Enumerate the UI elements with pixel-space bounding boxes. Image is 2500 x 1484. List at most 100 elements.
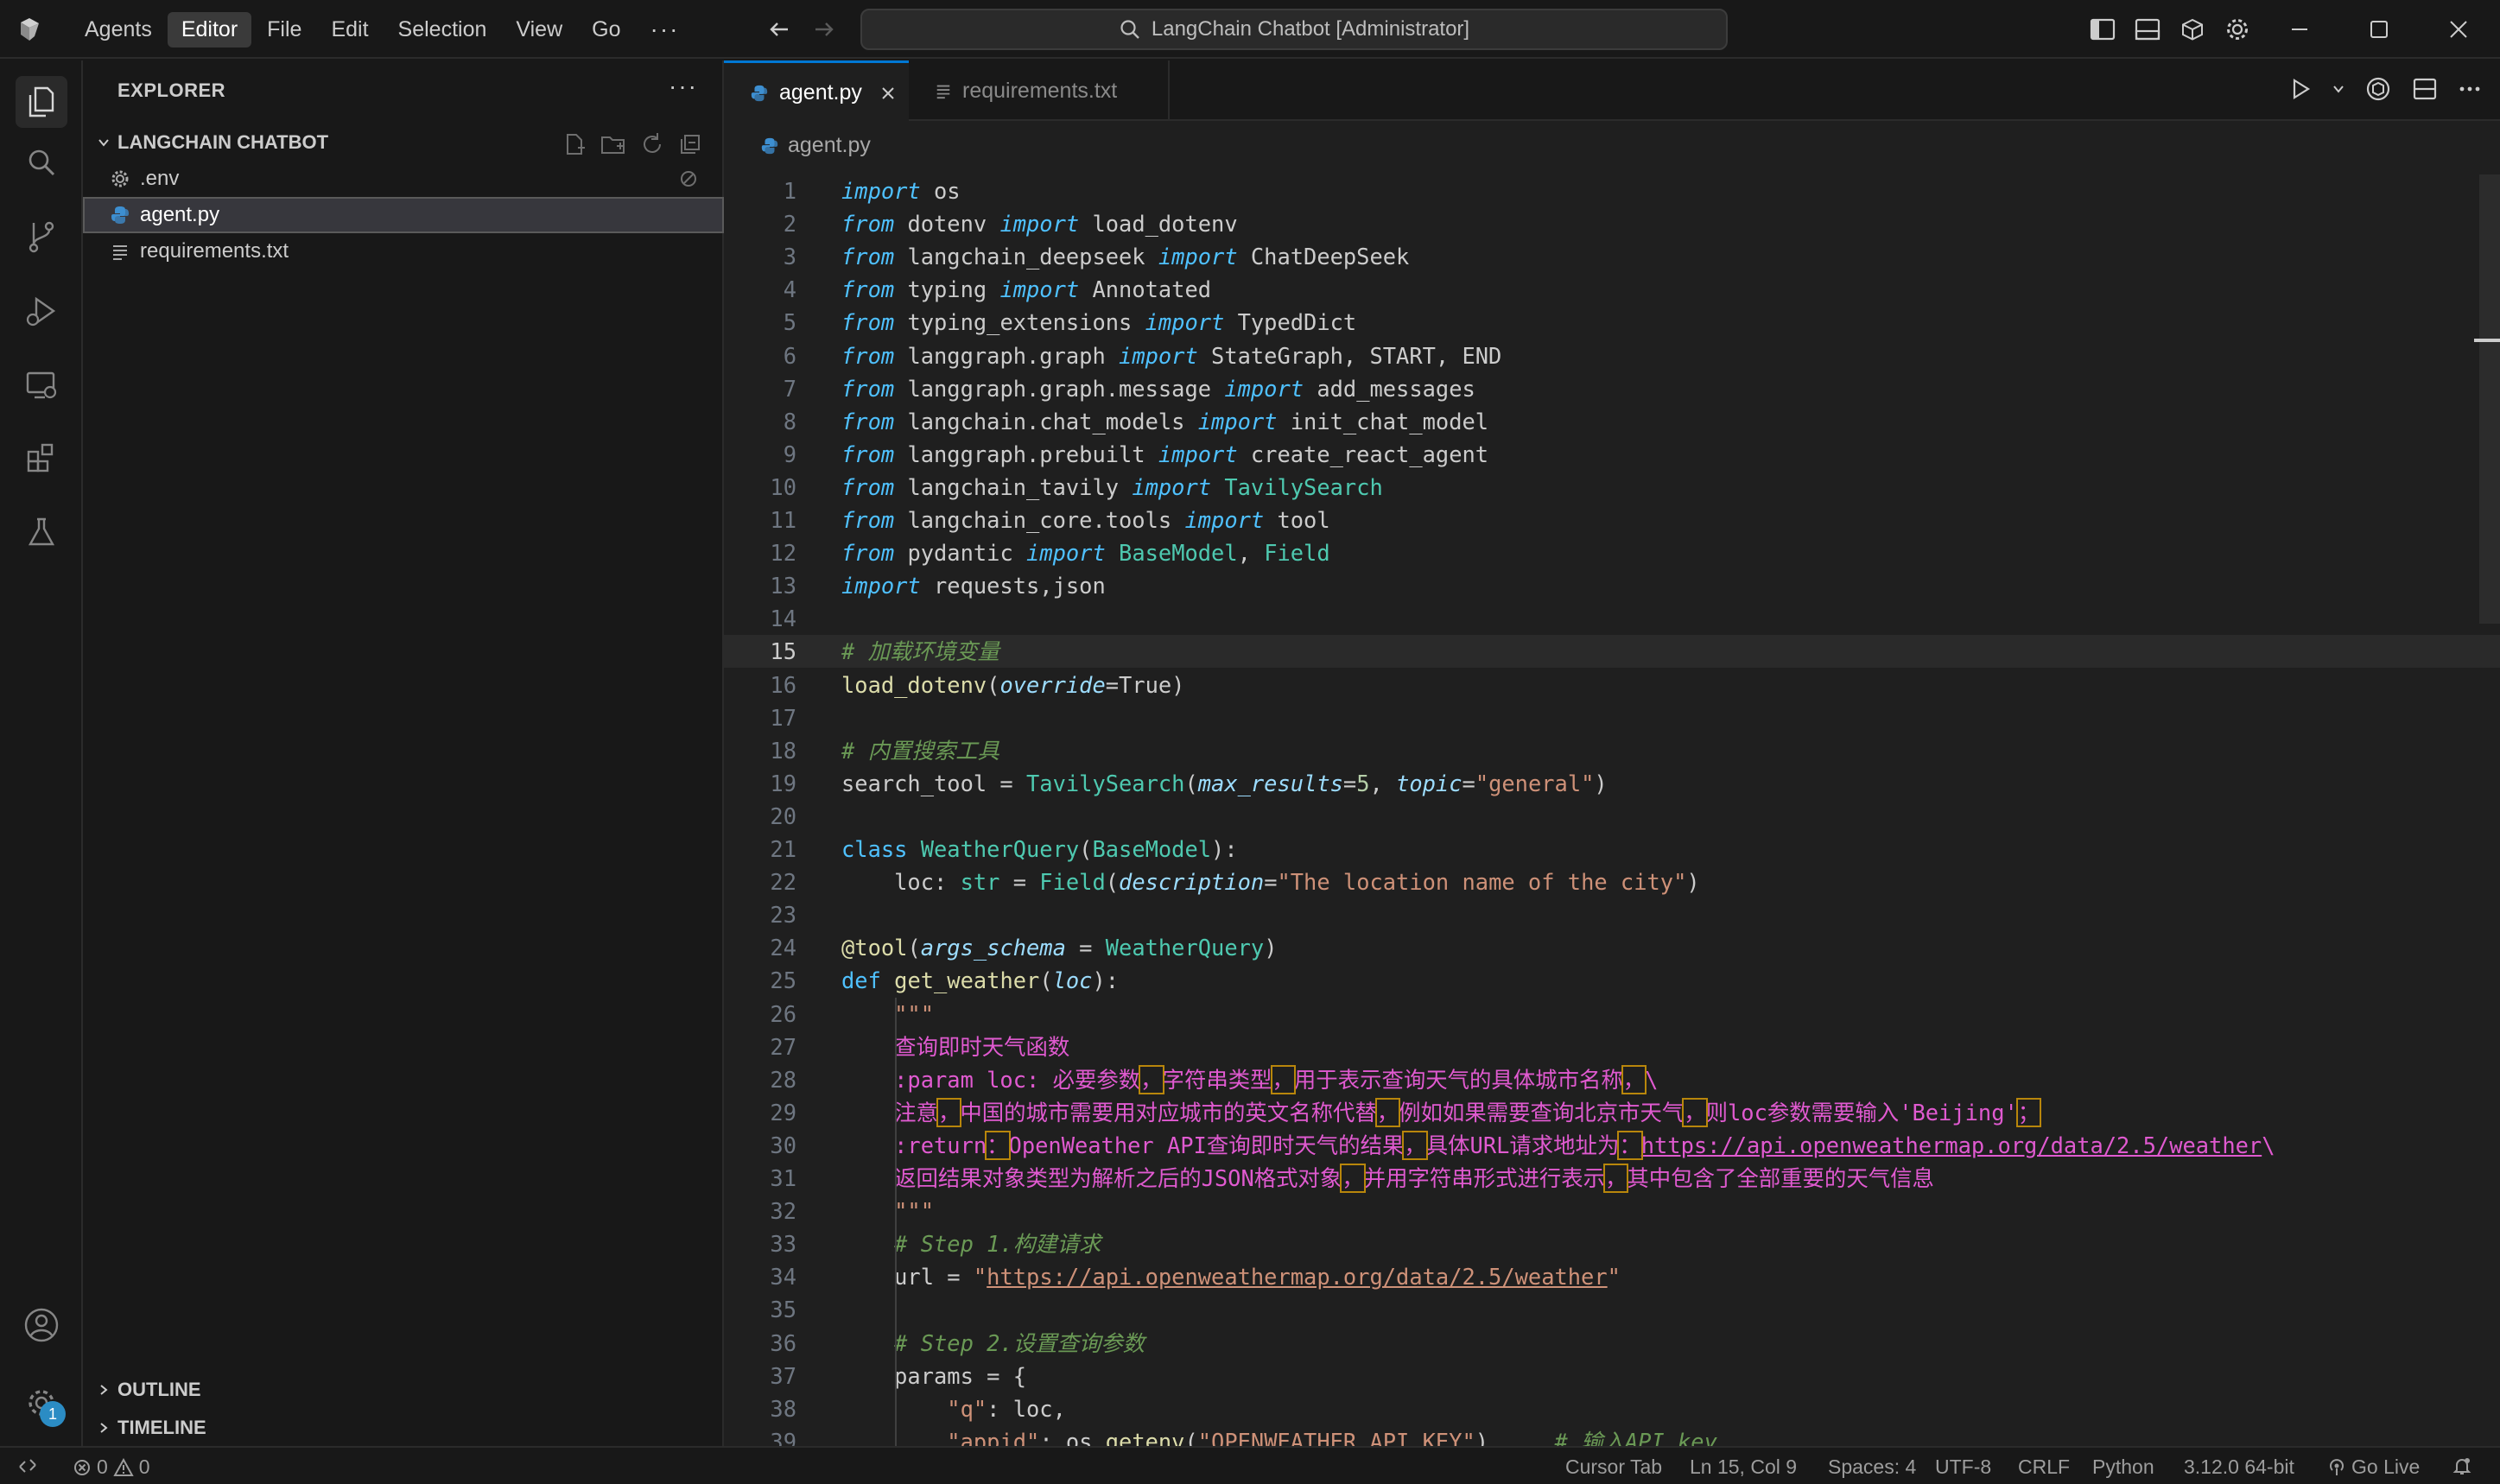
code-line[interactable]: 12 from pydantic import BaseModel, Field: [724, 536, 2500, 569]
chat-ai-icon[interactable]: [2364, 74, 2393, 104]
explorer-files-icon[interactable]: [16, 76, 67, 128]
file-item-env[interactable]: .env: [83, 161, 724, 197]
code-line[interactable]: 1 import os: [724, 174, 2500, 207]
code-line[interactable]: 15 # 加载环境变量: [724, 635, 2500, 669]
code-line[interactable]: 27 查询即时天气函数: [724, 1031, 2500, 1063]
chevron-down-icon[interactable]: [2332, 83, 2345, 95]
code-line[interactable]: 2 from dotenv import load_dotenv: [724, 207, 2500, 240]
menu-view[interactable]: View: [502, 12, 576, 48]
folder-header[interactable]: LANGCHAIN CHATBOT: [83, 124, 724, 161]
problems-indicator[interactable]: 0 0: [73, 1455, 150, 1479]
source-control-icon[interactable]: [21, 216, 62, 257]
code-line[interactable]: 13 import requests,json: [724, 569, 2500, 602]
cursor-position[interactable]: Ln 15, Col 9: [1690, 1455, 1797, 1479]
menu-go[interactable]: Go: [578, 12, 634, 48]
code-line[interactable]: 8 from langchain.chat_models import init_…: [724, 405, 2500, 438]
close-tab-icon[interactable]: [879, 85, 897, 102]
cursor-tab-status[interactable]: Cursor Tab: [1565, 1455, 1662, 1479]
code-line[interactable]: 22 loc: str = Field(description="The loc…: [724, 866, 2500, 898]
settings-gear-icon[interactable]: [2222, 14, 2253, 45]
code-line[interactable]: 19 search_tool = TavilySearch(max_results…: [724, 767, 2500, 800]
code-line[interactable]: 17: [724, 701, 2500, 734]
language-mode[interactable]: Python: [2092, 1455, 2154, 1479]
menu-agents[interactable]: Agents: [71, 12, 166, 48]
tab-requirements[interactable]: requirements.txt: [909, 60, 1170, 121]
extensions-icon[interactable]: [21, 437, 62, 479]
menu-editor[interactable]: Editor: [167, 11, 252, 48]
explorer-more-button[interactable]: ···: [669, 73, 698, 100]
code-line[interactable]: 20: [724, 800, 2500, 833]
code-line[interactable]: 4 from typing import Annotated: [724, 273, 2500, 306]
close-window-icon[interactable]: [2443, 14, 2474, 45]
code-line[interactable]: 24 @tool(args_schema = WeatherQuery): [724, 931, 2500, 964]
search-activity-icon[interactable]: [21, 142, 62, 183]
code-line[interactable]: 21 class WeatherQuery(BaseModel):: [724, 833, 2500, 866]
line-text: # 加载环境变量: [841, 638, 999, 665]
code-line[interactable]: 28 :param loc: 必要参数，字符串类型，用于表示查询天气的具体城市名…: [724, 1063, 2500, 1096]
vertical-scrollbar[interactable]: [2479, 174, 2500, 624]
code-line[interactable]: 23: [724, 898, 2500, 931]
menu-edit[interactable]: Edit: [317, 12, 382, 48]
split-editor-icon[interactable]: [2412, 76, 2438, 102]
code-line[interactable]: 18 # 内置搜索工具: [724, 734, 2500, 767]
collapse-all-icon[interactable]: [677, 131, 703, 157]
run-debug-icon[interactable]: [21, 290, 62, 332]
toggle-sidebar-icon[interactable]: [2087, 14, 2118, 45]
minimize-icon[interactable]: [2284, 14, 2315, 45]
code-line[interactable]: 29 注意，中国的城市需要用对应城市的英文名称代替，例如如果需要查询北京市天气，…: [724, 1096, 2500, 1129]
toggle-panel-icon[interactable]: [2132, 14, 2163, 45]
breadcrumb[interactable]: agent.py: [760, 133, 871, 158]
maximize-icon[interactable]: [2364, 14, 2395, 45]
code-line[interactable]: 9 from langgraph.prebuilt import create_r…: [724, 438, 2500, 471]
code-line[interactable]: 3 from langchain_deepseek import ChatDeep…: [724, 240, 2500, 273]
account-icon[interactable]: [21, 1304, 62, 1346]
remote-explorer-icon[interactable]: [21, 365, 62, 406]
menu-file[interactable]: File: [253, 12, 315, 48]
back-arrow-icon[interactable]: [762, 12, 796, 47]
testing-flask-icon[interactable]: [21, 511, 62, 553]
menu-more-button[interactable]: ···: [637, 16, 694, 43]
new-folder-icon[interactable]: [600, 131, 627, 157]
tab-agent-py[interactable]: agent.py: [724, 60, 909, 123]
remote-indicator-icon[interactable]: [17, 1455, 38, 1476]
notifications-bell-icon[interactable]: [2452, 1455, 2472, 1476]
forward-arrow-icon[interactable]: [807, 12, 841, 47]
file-item-requirements[interactable]: requirements.txt: [83, 233, 724, 270]
code-line[interactable]: 35: [724, 1293, 2500, 1326]
new-file-icon[interactable]: [562, 131, 587, 157]
code-line[interactable]: 30 :return：OpenWeather API查询即时天气的结果，具体UR…: [724, 1129, 2500, 1162]
code-line[interactable]: 31 返回结果对象类型为解析之后的JSON格式对象，并用字符串形式进行表示，其中…: [724, 1162, 2500, 1195]
code-line[interactable]: 25 def get_weather(loc):: [724, 964, 2500, 997]
code-line[interactable]: 33 # Step 1.构建请求: [724, 1227, 2500, 1260]
more-actions-icon[interactable]: [2457, 76, 2483, 102]
code-line[interactable]: 26 """: [724, 998, 2500, 1031]
timeline-section-header[interactable]: TIMELINE: [83, 1410, 724, 1446]
outline-section-header[interactable]: OUTLINE: [83, 1372, 724, 1408]
code-editor[interactable]: 1 import os 2 from dotenv import load_doten…: [724, 174, 2500, 1446]
cube-icon[interactable]: [2177, 14, 2208, 45]
code-line[interactable]: 10 from langchain_tavily import TavilySea…: [724, 471, 2500, 504]
code-line[interactable]: 7 from langgraph.graph.message import add…: [724, 372, 2500, 405]
go-live-button[interactable]: Go Live: [2327, 1455, 2420, 1479]
run-icon[interactable]: [2287, 76, 2313, 102]
line-number: 18: [770, 737, 796, 764]
code-line[interactable]: 14: [724, 602, 2500, 635]
indentation-status[interactable]: Spaces: 4: [1828, 1455, 1916, 1479]
python-interpreter[interactable]: 3.12.0 64-bit: [2184, 1455, 2294, 1479]
command-center-search[interactable]: LangChain Chatbot [Administrator]: [860, 9, 1728, 50]
code-line[interactable]: 34 url = "https://api.openweathermap.org…: [724, 1260, 2500, 1293]
code-line[interactable]: 11 from langchain_core.tools import tool: [724, 504, 2500, 536]
code-line[interactable]: 37 params = {: [724, 1360, 2500, 1392]
eol-status[interactable]: CRLF: [2018, 1455, 2070, 1479]
code-line[interactable]: 36 # Step 2.设置查询参数: [724, 1327, 2500, 1360]
code-line[interactable]: 38 "q": loc,: [724, 1392, 2500, 1425]
code-line[interactable]: 16 load_dotenv(override=True): [724, 669, 2500, 701]
refresh-icon[interactable]: [639, 131, 665, 157]
file-item-agent-py[interactable]: agent.py: [83, 197, 724, 233]
code-line[interactable]: 5 from typing_extensions import TypedDict: [724, 306, 2500, 339]
menu-selection[interactable]: Selection: [384, 12, 501, 48]
code-line[interactable]: 6 from langgraph.graph import StateGraph,…: [724, 339, 2500, 372]
code-line[interactable]: 39 "appid": os.getenv("OPENWEATHER_API_K…: [724, 1425, 2500, 1446]
encoding-status[interactable]: UTF-8: [1935, 1455, 1991, 1479]
code-line[interactable]: 32 """: [724, 1195, 2500, 1227]
